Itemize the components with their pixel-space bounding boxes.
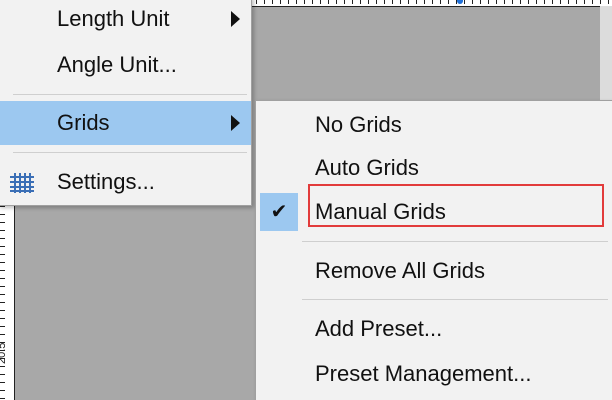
menu-item-label: Grids (57, 110, 110, 135)
menu-item-label: Angle Unit... (57, 52, 177, 77)
grids-submenu: No Grids Auto Grids ✔ Manual Grids Remov… (255, 100, 612, 400)
menu-item-label: No Grids (315, 112, 402, 137)
menu-separator (13, 152, 247, 153)
menu-item-remove-all-grids[interactable]: Remove All Grids (256, 249, 611, 293)
menu-item-label: Add Preset... (315, 316, 443, 341)
menu-item-add-preset[interactable]: Add Preset... (256, 307, 611, 351)
menu-item-label: Remove All Grids (315, 258, 485, 283)
main-context-menu: Length Unit Angle Unit... Grids Settings… (0, 0, 252, 206)
menu-item-label: Length Unit (57, 6, 170, 31)
right-panel-edge (600, 6, 612, 102)
menu-item-label: Preset Management... (315, 361, 532, 386)
annotation-highlight-box (308, 184, 604, 227)
menu-item-label: Settings... (57, 169, 155, 194)
menu-separator (13, 94, 247, 95)
menu-separator (302, 299, 608, 300)
checkmark-icon: ✔ (270, 201, 288, 223)
menu-separator (302, 241, 608, 242)
submenu-arrow-icon (231, 115, 240, 131)
checkmark-background: ✔ (260, 193, 298, 231)
menu-item-manual-grids[interactable]: ✔ Manual Grids (256, 184, 611, 234)
submenu-arrow-icon (231, 11, 240, 27)
menu-item-no-grids[interactable]: No Grids (256, 103, 611, 147)
menu-item-length-unit[interactable]: Length Unit (0, 0, 251, 41)
horizontal-ruler (240, 0, 612, 7)
menu-item-grids[interactable]: Grids (0, 101, 251, 145)
menu-item-settings[interactable]: Settings... (0, 160, 251, 204)
menu-item-angle-unit[interactable]: Angle Unit... (0, 43, 251, 87)
grid-settings-icon (10, 173, 34, 193)
vertical-ruler-label: 20.5 (0, 342, 8, 364)
menu-item-preset-management[interactable]: Preset Management... (256, 352, 611, 396)
vertical-ruler (0, 206, 15, 400)
